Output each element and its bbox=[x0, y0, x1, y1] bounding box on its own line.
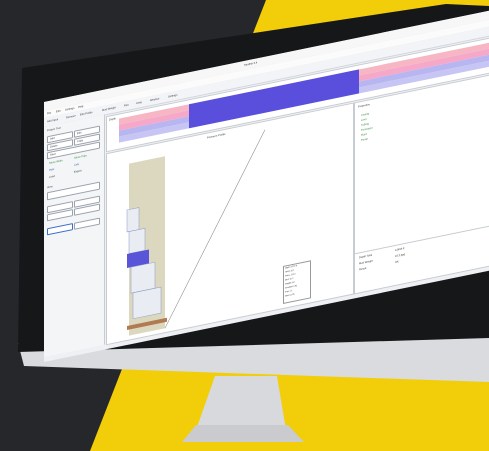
casing-3 bbox=[130, 261, 156, 294]
menu-file[interactable]: File bbox=[47, 112, 51, 116]
right-panel-header: Properties bbox=[358, 103, 370, 109]
left-panel: Project Tree Add Edit Delete Copy Save S… bbox=[44, 114, 105, 358]
option-export[interactable]: Export bbox=[74, 169, 82, 174]
option-hide[interactable]: Hide bbox=[49, 168, 54, 172]
casing-4 bbox=[132, 286, 162, 320]
readout-legend: Depth 1200 ft Temp 32.1 Press 112.0 Mud … bbox=[283, 260, 311, 305]
footer-divider bbox=[355, 224, 489, 254]
row-casing[interactable]: Casing bbox=[361, 112, 369, 117]
footer-label-result: Result bbox=[359, 266, 367, 272]
window-title: Strathin 3.4 bbox=[244, 61, 258, 67]
casing-2 bbox=[128, 227, 146, 254]
monitor-stand-neck bbox=[196, 376, 286, 430]
select-button[interactable] bbox=[47, 223, 73, 236]
right-panel: Properties Casing Liner Tubing Formation… bbox=[354, 73, 489, 295]
option-calc[interactable]: Calc bbox=[74, 163, 79, 167]
ribbon-edit-profile[interactable]: Edit Profile bbox=[80, 111, 93, 117]
row-fluid[interactable]: Fluid bbox=[361, 133, 367, 137]
footer-value-result: OK bbox=[395, 260, 399, 265]
ribbon-units[interactable]: Units bbox=[136, 101, 142, 105]
option-show-wells[interactable]: Show Wells bbox=[49, 159, 63, 165]
apply-button[interactable] bbox=[74, 217, 100, 230]
top-chart-label: Depth bbox=[109, 117, 116, 122]
view-group-label: View bbox=[47, 185, 53, 190]
ribbon-add-input[interactable]: Add Input bbox=[47, 118, 58, 123]
footer-label-mud: Mud Weight bbox=[359, 259, 373, 266]
row-liner[interactable]: Liner bbox=[361, 118, 367, 122]
menu-edit[interactable]: Edit bbox=[56, 110, 60, 114]
ribbon-mud-weight[interactable]: Mud Weight bbox=[102, 106, 116, 112]
ribbon-window[interactable]: Window bbox=[150, 97, 159, 102]
casing-1 bbox=[126, 207, 140, 233]
row-tubing[interactable]: Tubing bbox=[361, 122, 369, 127]
ribbon-settings[interactable]: Settings bbox=[168, 94, 177, 99]
footer-value-depth: 12450 ft bbox=[395, 247, 405, 253]
left-panel-header: Project Tree bbox=[47, 126, 61, 133]
ribbon-remove[interactable]: Remove bbox=[66, 115, 76, 120]
ribbon-plot[interactable]: Plot bbox=[124, 104, 128, 108]
footer-label-depth: Depth Total bbox=[359, 253, 373, 260]
option-show-tops[interactable]: Show Tops bbox=[74, 154, 87, 160]
trend-line bbox=[164, 129, 266, 329]
monitor-stand-base bbox=[182, 425, 304, 442]
footer-value-mud: 10.2 ppg bbox=[395, 252, 406, 259]
row-pump[interactable]: Pump bbox=[361, 138, 368, 142]
option-load[interactable]: Load bbox=[49, 175, 55, 179]
menu-help[interactable]: Help bbox=[78, 105, 83, 109]
row-formation[interactable]: Formation bbox=[361, 127, 373, 132]
